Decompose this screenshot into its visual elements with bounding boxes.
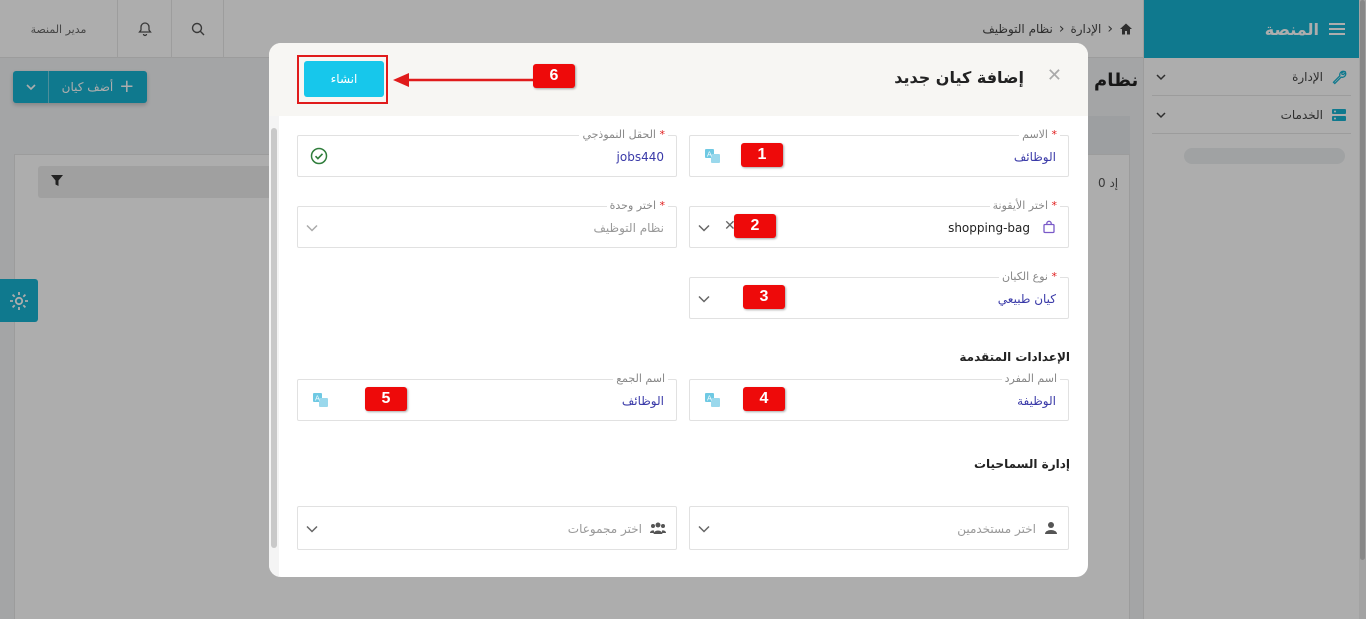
plural-name-label: اسم الجمع — [613, 372, 668, 385]
svg-text:A: A — [707, 395, 712, 403]
unit-select-value: نظام التوظيف — [593, 221, 665, 235]
singular-name-value: الوظيفة — [1017, 394, 1056, 408]
entity-type-value: كيان طبيعي — [997, 292, 1056, 306]
icon-select-label: * اختر الأيقونة — [989, 199, 1060, 212]
modal-title: إضافة كيان جديد — [894, 68, 1024, 87]
plural-name-field[interactable]: اسم الجمع الوظائف A — [297, 372, 677, 421]
groups-select-placeholder: اختر مجموعات — [567, 522, 642, 536]
svg-text:A: A — [707, 151, 712, 159]
create-button[interactable]: انشاء — [304, 61, 384, 97]
advanced-settings-title: الإعدادات المتقدمة — [959, 350, 1070, 364]
icon-select-value: shopping-bag — [948, 221, 1030, 235]
chevron-down-icon[interactable] — [698, 293, 710, 305]
chevron-down-icon[interactable] — [698, 523, 710, 535]
permissions-title: إدارة السماحيات — [973, 457, 1070, 471]
annotation-badge-6: 6 — [533, 64, 575, 88]
model-field-label: * الحقل النموذجي — [579, 128, 668, 141]
annotation-arrow — [393, 73, 537, 87]
singular-name-label: اسم المفرد — [1001, 372, 1060, 385]
close-icon[interactable]: ✕ — [1047, 65, 1062, 86]
add-entity-modal: إضافة كيان جديد ✕ انشاء 6 * الاسم الوظائ… — [269, 43, 1088, 577]
users-select-placeholder: اختر مستخدمين — [957, 522, 1036, 536]
modal-header: إضافة كيان جديد ✕ انشاء 6 — [269, 43, 1088, 116]
check-circle-icon — [310, 147, 328, 165]
modal-scrollbar[interactable] — [269, 116, 279, 577]
model-field[interactable]: * الحقل النموذجي jobs440 — [297, 128, 677, 177]
unit-select-label: * اختر وحدة — [606, 199, 668, 212]
translate-icon[interactable]: A — [312, 391, 330, 409]
translate-icon[interactable]: A — [704, 147, 722, 165]
chevron-down-icon[interactable] — [698, 222, 710, 234]
model-field-value: jobs440 — [616, 150, 664, 164]
chevron-down-icon[interactable] — [306, 222, 318, 234]
user-icon — [1045, 522, 1057, 534]
name-value: الوظائف — [1013, 150, 1056, 164]
chevron-down-icon[interactable] — [306, 523, 318, 535]
shopping-bag-icon — [1043, 220, 1055, 234]
translate-icon[interactable]: A — [704, 391, 722, 409]
groups-select[interactable]: اختر مجموعات — [297, 506, 677, 550]
users-select[interactable]: اختر مستخدمين — [689, 506, 1069, 550]
annotation-badge-4: 4 — [743, 387, 785, 411]
entity-type-label: * نوع الكيان — [998, 270, 1060, 283]
annotation-badge-1: 1 — [741, 143, 783, 167]
plural-name-value: الوظائف — [621, 394, 664, 408]
group-icon — [650, 522, 666, 534]
unit-select[interactable]: * اختر وحدة نظام التوظيف — [297, 199, 677, 248]
annotation-badge-5: 5 — [365, 387, 407, 411]
annotation-badge-2: 2 — [734, 214, 776, 238]
name-label: * الاسم — [1019, 128, 1060, 141]
svg-text:A: A — [315, 395, 320, 403]
annotation-badge-3: 3 — [743, 285, 785, 309]
